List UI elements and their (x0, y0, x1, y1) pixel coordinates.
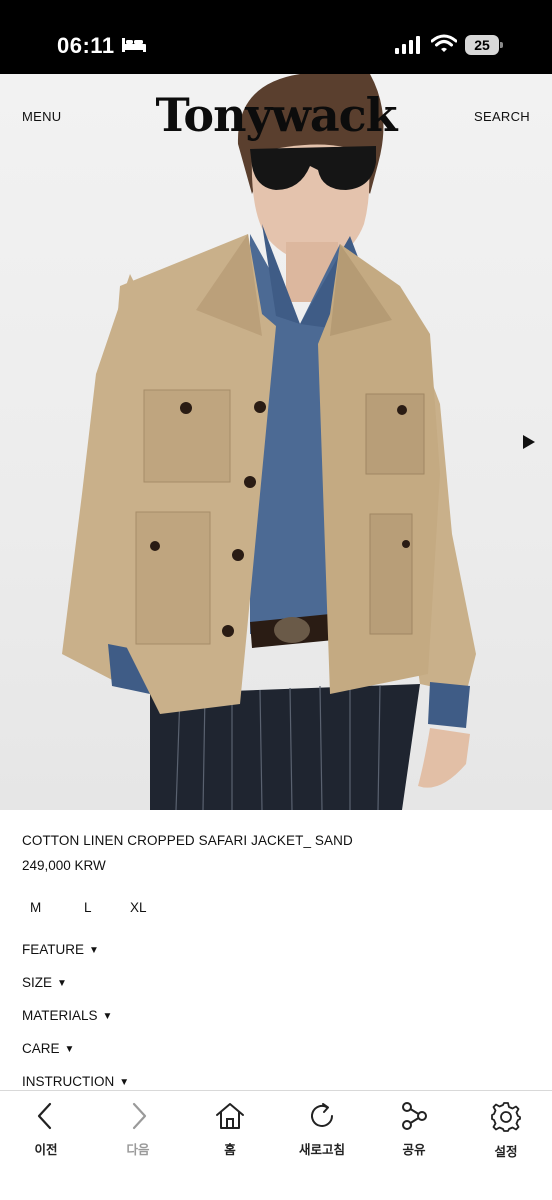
size-option-xl[interactable]: XL (130, 900, 147, 915)
home-icon (216, 1103, 244, 1129)
refresh-icon (311, 1103, 333, 1127)
battery-level: 25 (465, 35, 499, 55)
size-options: M L XL (0, 900, 300, 920)
chevron-right-icon (132, 1102, 147, 1130)
wifi-icon (431, 34, 457, 52)
caret-down-icon: ▼ (64, 1044, 75, 1055)
status-time: 06:11 (57, 33, 115, 58)
home-button[interactable]: 홈 (195, 1101, 265, 1161)
caret-down-icon: ▼ (57, 978, 67, 989)
caret-down-icon: ▼ (102, 1011, 113, 1022)
search-link[interactable]: SEARCH (474, 109, 530, 124)
section-instruction[interactable]: INSTRUCTION ▼ (22, 1074, 129, 1089)
product-photo (62, 74, 476, 810)
chevron-left-icon (37, 1102, 52, 1130)
battery-icon: 25 (465, 35, 503, 55)
caret-down-icon: ▼ (119, 1077, 130, 1088)
section-size[interactable]: SIZE ▼ (22, 975, 67, 990)
section-feature[interactable]: FEATURE ▼ (22, 942, 99, 957)
section-care-label: CARE (22, 1041, 60, 1056)
product-hero: MENU Tonywack SEARCH (0, 74, 552, 810)
refresh-button[interactable]: 새로고침 (287, 1101, 357, 1161)
share-label: 공유 (402, 1143, 426, 1157)
product-price: 249,000 KRW (22, 858, 106, 873)
sleep-icon (122, 38, 146, 52)
settings-button[interactable]: 설정 (471, 1101, 541, 1161)
size-option-l[interactable]: L (84, 900, 92, 915)
product-name: COTTON LINEN CROPPED SAFARI JACKET_ SAND (22, 833, 353, 848)
size-option-m[interactable]: M (30, 900, 41, 915)
section-materials-label: MATERIALS (22, 1008, 98, 1023)
refresh-label: 새로고침 (298, 1143, 345, 1157)
brand-logo[interactable]: Tonywack (0, 88, 552, 142)
back-label: 이전 (34, 1143, 58, 1157)
signal-icon (395, 36, 420, 54)
section-care[interactable]: CARE ▼ (22, 1041, 74, 1056)
forward-button[interactable]: 다음 (103, 1101, 173, 1161)
back-button[interactable]: 이전 (11, 1101, 81, 1161)
browser-toolbar: 이전 다음 홈 새로고침 공유 설정 (0, 1090, 552, 1200)
caret-down-icon: ▼ (89, 945, 99, 956)
section-feature-label: FEATURE (22, 942, 85, 957)
status-bar: 06:11 25 (0, 0, 552, 74)
home-label: 홈 (224, 1143, 236, 1157)
section-size-label: SIZE (22, 975, 53, 990)
gear-icon (491, 1102, 521, 1132)
settings-label: 설정 (494, 1145, 518, 1159)
section-instruction-label: INSTRUCTION (22, 1074, 115, 1089)
section-materials[interactable]: MATERIALS ▼ (22, 1008, 112, 1023)
share-icon (402, 1102, 427, 1130)
forward-label: 다음 (126, 1143, 150, 1157)
play-right-icon[interactable] (522, 434, 536, 450)
share-button[interactable]: 공유 (379, 1101, 449, 1161)
